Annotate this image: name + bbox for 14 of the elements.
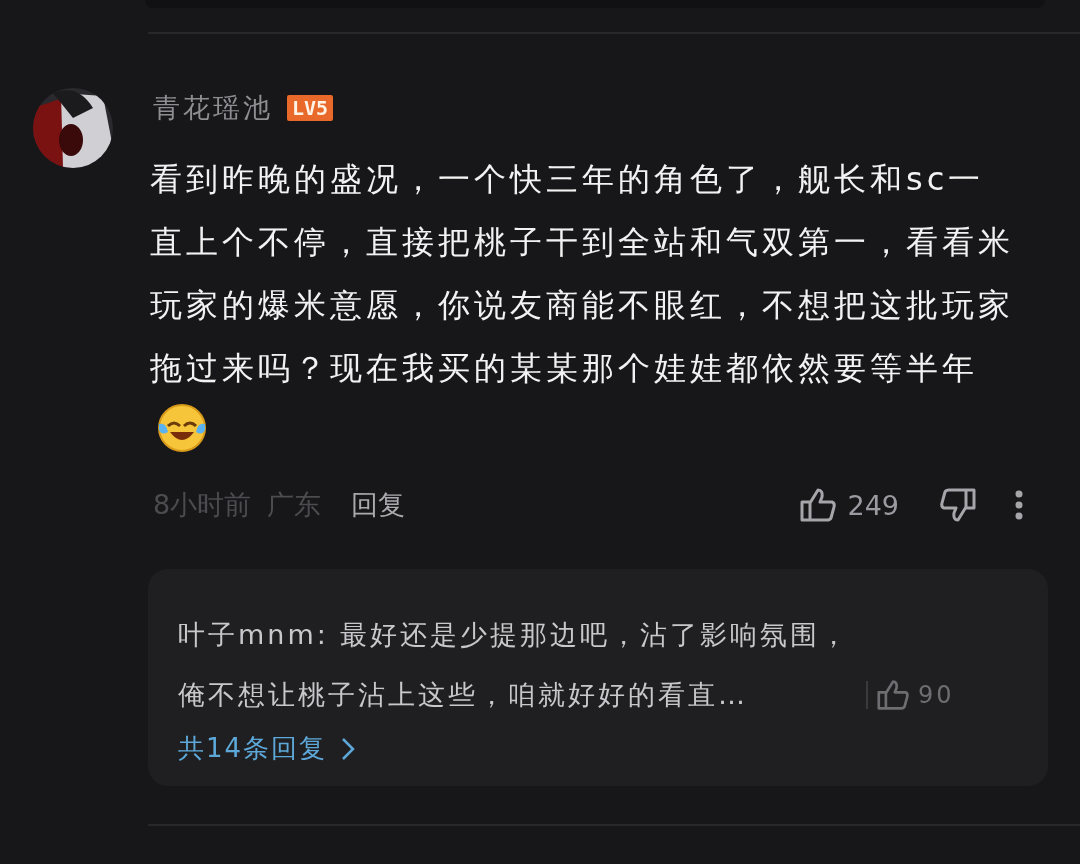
chevron-right-icon <box>341 736 356 761</box>
like-count: 249 <box>847 489 899 521</box>
more-options-icon[interactable] <box>1015 490 1023 520</box>
comment-text: 看到昨晚的盛况，一个快三年的角色了，舰长和sc一直上个不停，直接把桃子干到全站和气双第一，看看米玩家的爆米意愿，你说友商能不眼红，不想把这批玩家拖过来吗？现在我买的某某那个娃娃都依然要等半年 <box>150 148 1018 463</box>
reply-text[interactable]: 叶子mnm: 最好还是少提那边吧，沾了影响氛围，俺不想让桃子沾上这些，咱就好好的看直… <box>178 605 858 725</box>
reply-button[interactable]: 回复 <box>351 487 406 523</box>
level-badge: LV5 <box>287 95 334 121</box>
username[interactable]: 青花瑶池 <box>153 90 273 126</box>
laughing-crying-emoji-icon <box>156 402 208 454</box>
thumbs-up-icon[interactable] <box>799 487 838 523</box>
thumbs-down-icon[interactable] <box>939 487 977 523</box>
like-count: 90 <box>918 680 955 711</box>
view-replies-link[interactable]: 共14条回复 <box>178 731 356 766</box>
thumbs-up-icon[interactable] <box>876 679 910 711</box>
